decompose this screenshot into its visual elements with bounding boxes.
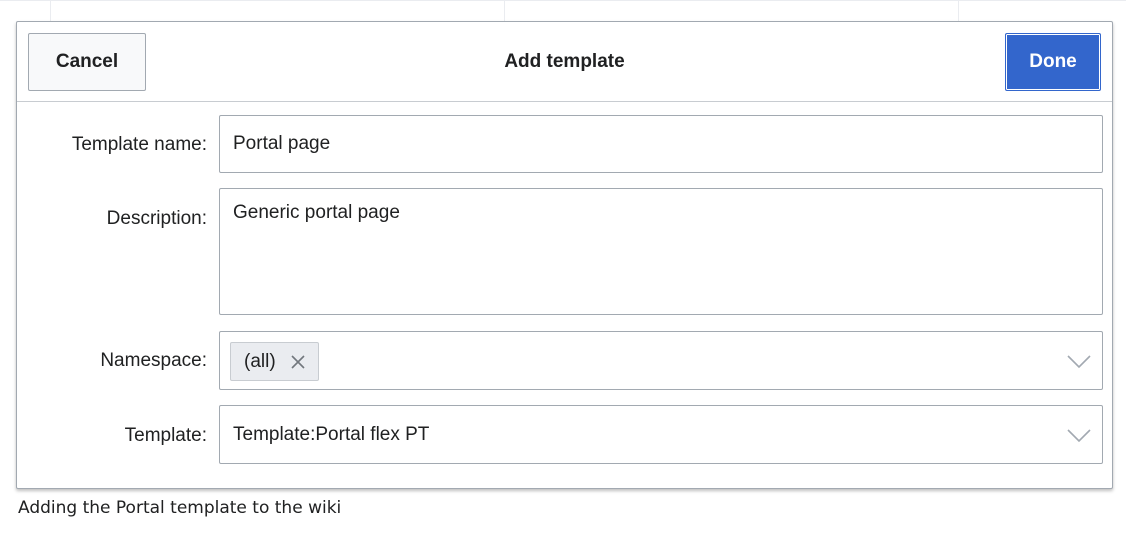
cancel-button[interactable]: Cancel [28,33,146,91]
template-name-input[interactable]: Portal page [219,115,1103,173]
template-label: Template: [124,425,207,446]
dialog-title: Add template [504,51,625,72]
dialog-header: Add template Cancel Done [17,22,1112,102]
background-divider [504,1,505,23]
close-icon[interactable] [290,354,306,370]
background-divider [50,1,51,23]
background-header-strip [0,0,1126,23]
description-textarea[interactable]: Generic portal page [219,188,1103,315]
image-caption: Adding the Portal template to the wiki [18,498,342,518]
namespace-label: Namespace: [100,350,207,371]
template-value: Template:Portal flex PT [233,424,430,445]
template-name-value: Portal page [233,133,331,154]
template-name-label: Template name: [71,134,207,155]
chevron-down-icon[interactable] [1067,429,1091,443]
chevron-down-icon[interactable] [1067,355,1091,369]
namespace-chip: (all) [230,342,319,381]
template-select[interactable]: Template:Portal flex PT [219,405,1103,464]
description-value: Generic portal page [233,202,400,223]
done-button[interactable]: Done [1005,33,1101,91]
description-label: Description: [106,208,207,229]
namespace-chip-label: (all) [244,350,276,372]
background-divider [958,1,959,23]
add-template-dialog: Add template Cancel Done Template name: … [16,21,1113,489]
namespace-multiselect[interactable]: (all) [219,331,1103,390]
